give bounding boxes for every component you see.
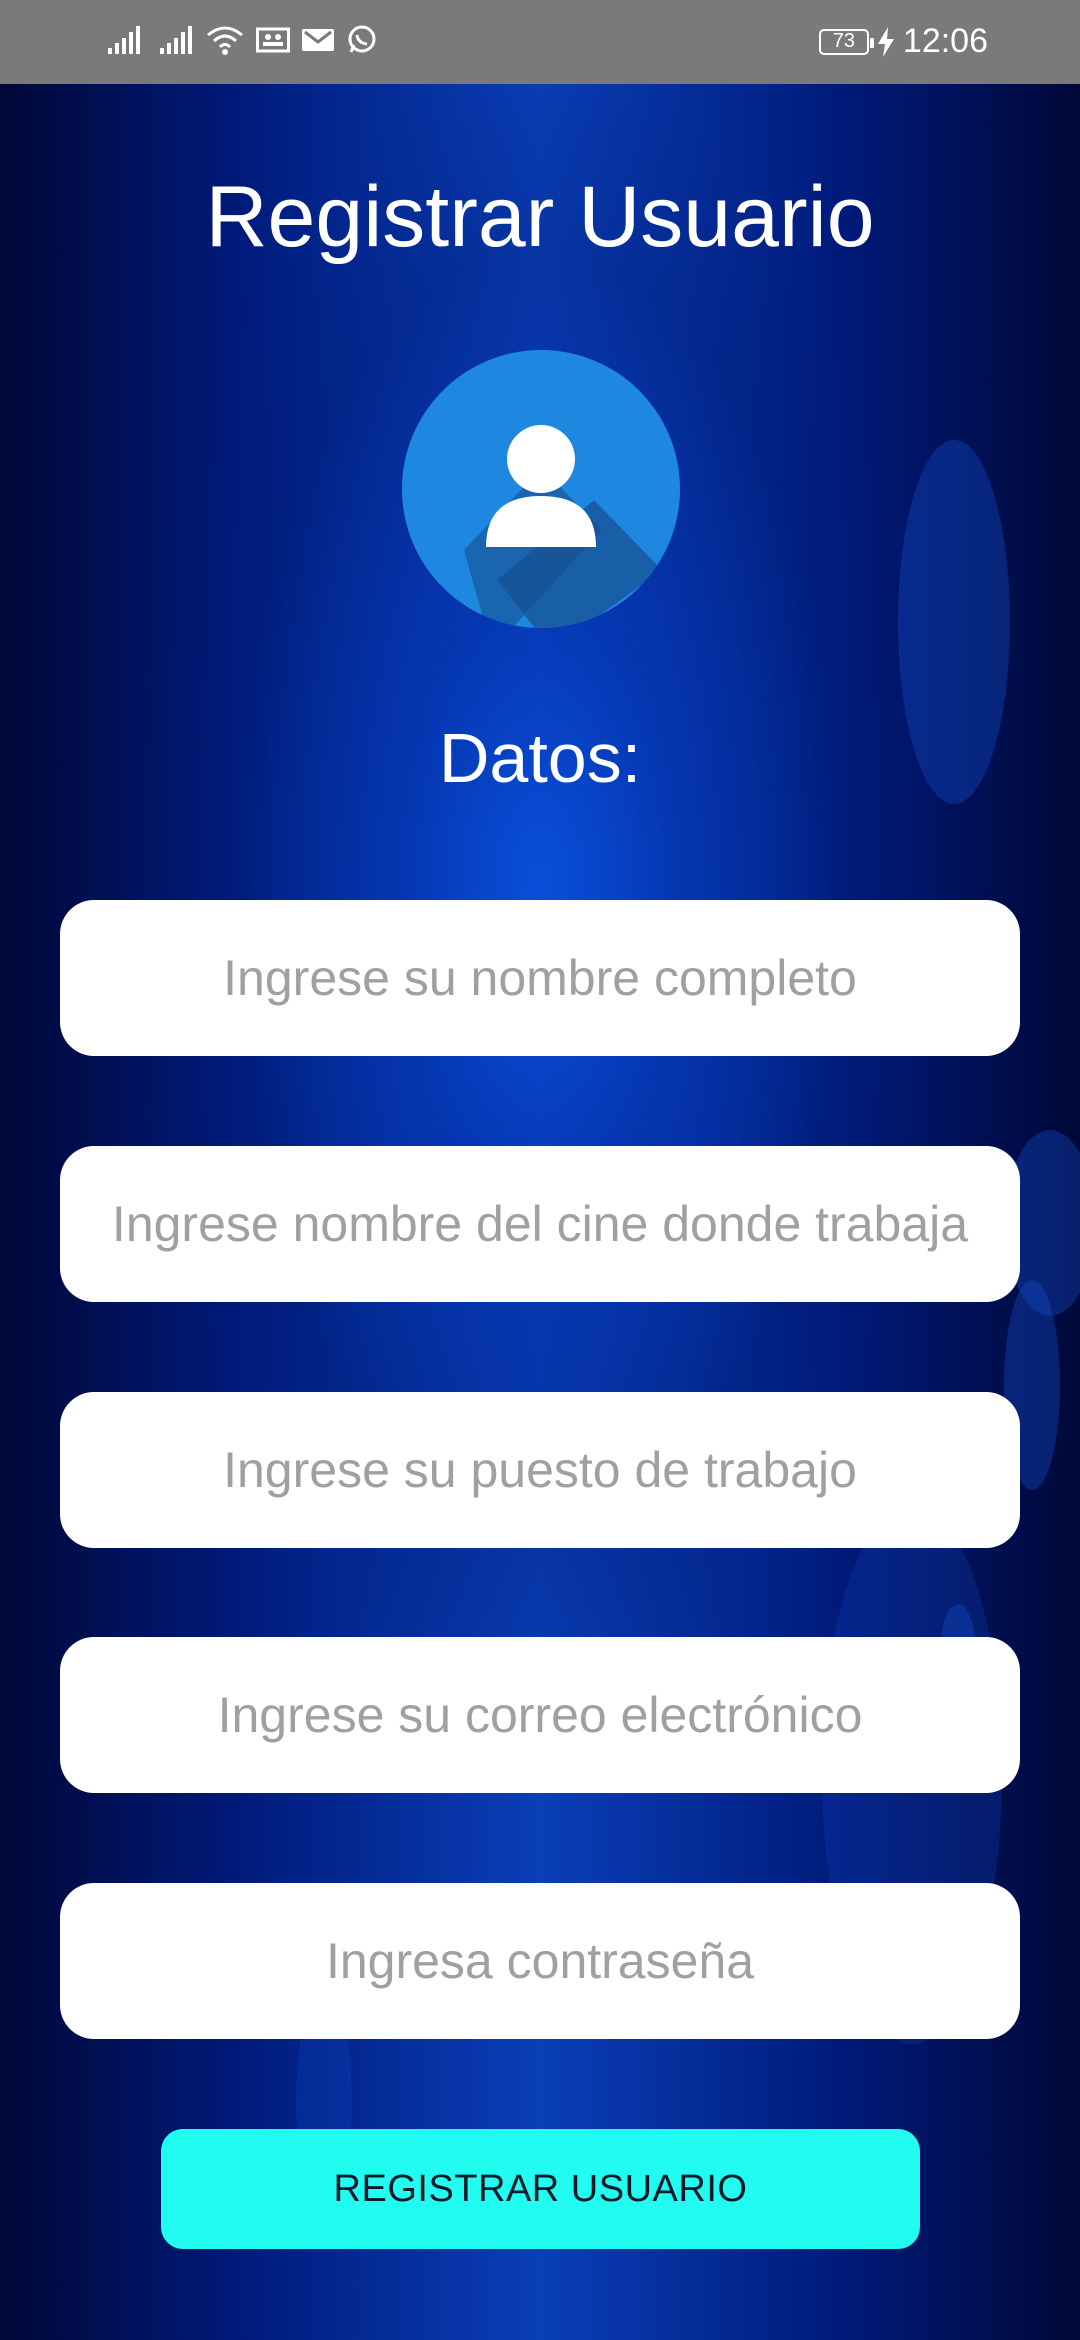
battery-level: 73 xyxy=(832,30,856,52)
email-input[interactable] xyxy=(60,1637,1020,1793)
password-input[interactable] xyxy=(60,1883,1020,2039)
mail-icon xyxy=(302,29,334,51)
register-screen: Registrar Usuario Datos: REGISTRAR USUAR… xyxy=(0,84,1080,2340)
job-position-input[interactable] xyxy=(60,1392,1020,1548)
cinema-name-input[interactable] xyxy=(60,1146,1020,1302)
full-name-input[interactable] xyxy=(60,900,1020,1056)
wifi-icon xyxy=(207,26,243,55)
status-bar: 73 12:06 xyxy=(0,0,1080,84)
job-position-field[interactable] xyxy=(60,1392,1020,1548)
register-user-button[interactable]: REGISTRAR USUARIO xyxy=(161,2129,920,2249)
full-name-field[interactable] xyxy=(60,900,1020,1056)
user-avatar-icon xyxy=(402,350,680,628)
cinema-name-field[interactable] xyxy=(60,1146,1020,1302)
status-icons-right: 73 12:06 xyxy=(818,22,988,61)
contacts-card-icon xyxy=(256,27,290,53)
signal-icon xyxy=(108,26,140,54)
password-field[interactable] xyxy=(60,1883,1020,2039)
signal-icon xyxy=(160,26,192,54)
charging-icon xyxy=(877,26,894,57)
status-time: 12:06 xyxy=(902,22,988,60)
whatsapp-icon xyxy=(348,25,376,53)
status-icons-left xyxy=(108,24,378,56)
battery-indicator: 73 xyxy=(818,28,874,55)
email-field[interactable] xyxy=(60,1637,1020,1793)
page-title: Registrar Usuario xyxy=(205,169,875,265)
section-title: Datos: xyxy=(438,719,642,797)
user-silhouette-icon xyxy=(464,425,662,628)
